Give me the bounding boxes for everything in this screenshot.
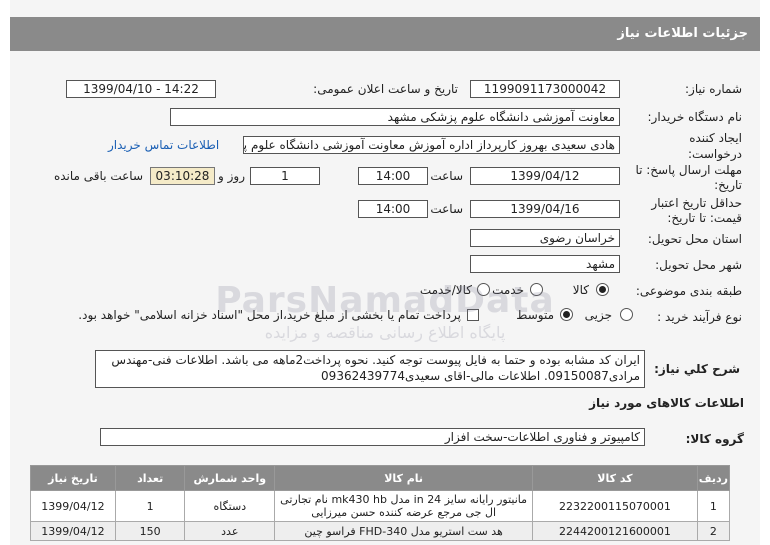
reply-deadline-label: مهلت ارسال پاسخ: تا تاریخ: — [635, 163, 742, 192]
price-validity-label: حداقل تاریخ اعتبار قیمت: تا تاریخ: — [651, 196, 742, 225]
reply-time-label: ساعت — [430, 169, 463, 183]
need-number-field: 1199091173000042 — [470, 80, 620, 98]
buyer-contact-link[interactable]: اطلاعات تماس خریدار — [108, 138, 219, 152]
category-option-service: خدمت — [492, 283, 524, 297]
goods-group-label: گروه کالا: — [685, 432, 744, 446]
city-field: مشهد — [470, 255, 620, 273]
purchase-process-label: نوع فرآیند خرید : — [657, 310, 742, 324]
need-number-label: شماره نیاز: — [685, 82, 742, 96]
col-need-date: تاریخ نیاز — [30, 465, 116, 491]
process-option-medium: متوسط — [516, 308, 554, 322]
validity-date-field: 1399/04/16 — [470, 200, 620, 218]
title-bar: جزئیات اطلاعات نیاز — [10, 17, 760, 51]
category-label: طبقه بندی موضوعی: — [635, 284, 742, 298]
buyer-org-field: معاونت آموزشی دانشگاه علوم پزشکی مشهد — [170, 108, 620, 126]
province-label: استان محل تحویل: — [647, 232, 742, 246]
validity-time-label: ساعت — [430, 202, 463, 216]
cell-quantity: 150 — [114, 521, 186, 541]
cell-item-code: 2244200121600001 — [532, 521, 698, 541]
days-remaining-field: 1 — [250, 167, 320, 185]
category-option-goods: کالا — [572, 283, 589, 297]
announce-datetime-label: تاریخ و ساعت اعلان عمومی: — [313, 82, 458, 96]
page-title: جزئیات اطلاعات نیاز — [617, 26, 748, 41]
reply-date-field: 1399/04/12 — [470, 167, 620, 185]
day-and-label: روز و — [218, 169, 245, 183]
announce-datetime-field: 1399/04/10 - 14:22 — [66, 80, 216, 98]
cell-need-date: 1399/04/12 — [30, 490, 116, 522]
requester-label: ایجاد کننده درخواست: — [688, 131, 742, 161]
buyer-org-label: نام دستگاه خریدار: — [647, 110, 743, 124]
description-text: ایران کد مشابه بوده و حتما به فایل پیوست… — [95, 350, 645, 388]
cell-item-code: 2232200115070001 — [532, 490, 698, 522]
cell-unit: عدد — [184, 521, 276, 541]
col-item-code: کد کالا — [532, 465, 698, 491]
province-field: خراسان رضوی — [470, 229, 620, 247]
cell-row-number: 2 — [696, 521, 731, 541]
col-item-name: نام کالا — [274, 465, 534, 491]
category-radio-goods[interactable] — [596, 283, 609, 296]
category-radio-goods-service[interactable] — [477, 283, 490, 296]
process-option-minor: جزیی — [584, 308, 612, 322]
cell-row-number: 1 — [696, 490, 731, 522]
category-radio-service[interactable] — [530, 283, 543, 296]
table-row: 1399/04/12 150 عدد هد ست استریو مدل FHD-… — [30, 521, 731, 541]
remaining-hours-label: ساعت باقی مانده — [53, 169, 143, 183]
process-radio-medium[interactable] — [560, 308, 573, 321]
category-option-goods-service: کالا/خدمت — [419, 283, 472, 297]
treasury-payment-checkbox[interactable] — [467, 309, 479, 321]
cell-unit: دستگاه — [184, 490, 276, 522]
city-label: شهر محل تحویل: — [655, 258, 742, 272]
table-header-row: تاریخ نیاز تعداد واحد شمارش نام کالا کد … — [30, 465, 731, 491]
requester-field: هادی سعیدی بهروز کارپرداز اداره آموزش مع… — [243, 136, 620, 154]
treasury-payment-note: پرداخت تمام یا بخشی از مبلغ خرید،از محل … — [78, 308, 461, 322]
cell-need-date: 1399/04/12 — [30, 521, 116, 541]
countdown-timer: 03:10:28 — [150, 167, 215, 185]
cell-quantity: 1 — [114, 490, 186, 522]
process-radio-minor[interactable] — [620, 308, 633, 321]
cell-item-name: مانیتور رایانه سایز 24 in مدل mk430 hb ن… — [274, 490, 534, 522]
reply-time-field: 14:00 — [358, 167, 428, 185]
table-row: 1399/04/12 1 دستگاه مانیتور رایانه سایز … — [30, 490, 731, 522]
col-row-number: ردیف — [696, 465, 731, 491]
items-table: تاریخ نیاز تعداد واحد شمارش نام کالا کد … — [30, 465, 731, 541]
goods-info-heading: اطلاعات کالاهای مورد نیاز — [589, 396, 744, 410]
col-unit: واحد شمارش — [184, 465, 276, 491]
goods-group-field: کامپیوتر و فناوری اطلاعات-سخت افزار — [100, 428, 645, 446]
col-quantity: تعداد — [114, 465, 186, 491]
validity-time-field: 14:00 — [358, 200, 428, 218]
cell-item-name: هد ست استریو مدل FHD-340 فراسو چین — [274, 521, 534, 541]
description-label: شرح کلي نياز: — [654, 362, 740, 376]
